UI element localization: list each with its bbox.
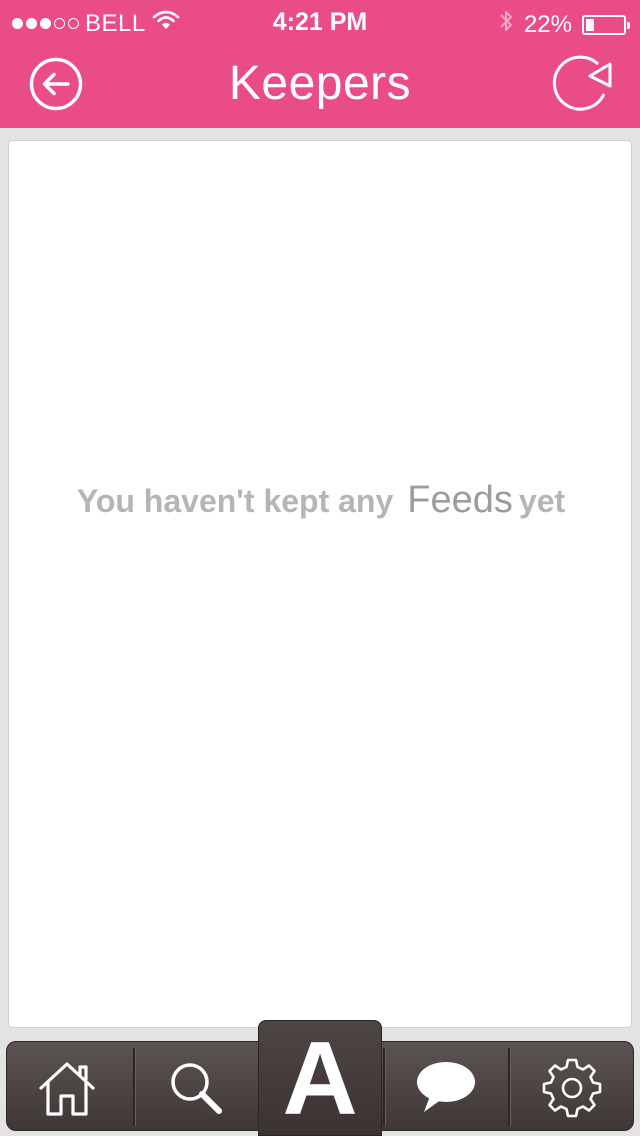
refresh-icon	[552, 55, 612, 111]
status-right: 22%	[498, 9, 630, 40]
house-icon	[39, 1062, 95, 1116]
tab-keepers[interactable]: A	[258, 1020, 382, 1136]
refresh-button[interactable]	[548, 50, 616, 114]
empty-message-suffix: yet	[518, 483, 566, 519]
tab-messages[interactable]	[386, 1042, 508, 1130]
page-title: Keepers	[228, 57, 412, 110]
battery-icon	[582, 14, 630, 35]
battery-percent: 22%	[523, 10, 572, 38]
tab-search[interactable]	[136, 1042, 258, 1130]
tab-settings[interactable]	[511, 1042, 633, 1130]
content-card: You haven't kept any Feeds yet	[8, 140, 632, 1028]
empty-state-message: You haven't kept any Feeds yet	[9, 479, 633, 522]
magnifier-icon	[171, 1063, 222, 1114]
gear-icon	[542, 1058, 602, 1118]
tab-home[interactable]	[7, 1042, 133, 1130]
screen: BELL 4:21 PM 22% Keepers You haven't kep…	[0, 0, 640, 1136]
empty-message-highlight: Feeds	[407, 479, 513, 521]
header: BELL 4:21 PM 22% Keepers	[0, 0, 640, 128]
bluetooth-icon	[498, 9, 514, 40]
status-bar: BELL 4:21 PM 22%	[0, 0, 640, 42]
speech-bubble-icon	[417, 1062, 475, 1112]
nav-bar: Keepers	[0, 42, 640, 128]
battery-level	[586, 18, 594, 31]
tab-keepers-label: A	[282, 1021, 358, 1136]
battery-tip	[627, 21, 630, 29]
empty-message-prefix: You haven't kept any	[76, 483, 394, 519]
